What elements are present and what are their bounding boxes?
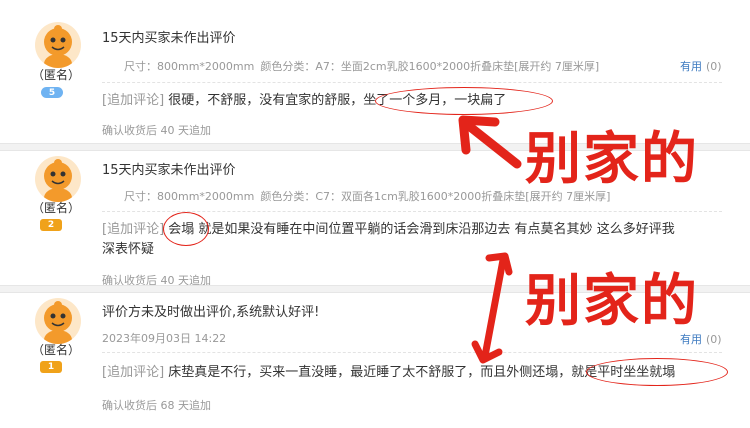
highlight-circle (375, 87, 553, 115)
review-date: 2023年09月03日 14:22 (102, 332, 227, 345)
annotation-arrow (458, 115, 522, 169)
annotation-label: 别家的 (525, 127, 699, 192)
useful-button[interactable]: 有用 (0) (680, 58, 722, 74)
divider (102, 82, 722, 83)
user-name: （匿名） (32, 201, 81, 215)
buyer-level-badge: 5 (41, 87, 63, 98)
append-time: 确认收货后 68 天追加 (102, 399, 211, 412)
user-name: （匿名） (32, 68, 81, 82)
annotation-label: 别家的 (525, 269, 699, 334)
review-title: 评价方未及时做出评价,系统默认好评! (102, 305, 320, 320)
highlight-circle (586, 358, 728, 386)
avatar[interactable] (35, 156, 81, 202)
avatar[interactable] (35, 298, 81, 344)
avatar-icon (44, 159, 72, 202)
append-time: 确认收货后 40 天追加 (102, 124, 211, 137)
sku-info: 尺寸：800mm*2000mm 颜色分类：A7：坐面2cm乳胶1600*2000折… (124, 60, 600, 73)
avatar-icon (44, 25, 72, 68)
buyer-level-badge: 1 (40, 361, 62, 373)
user-name: （匿名） (32, 343, 81, 357)
divider (102, 211, 722, 212)
review-title: 15天内买家未作出评价 (102, 163, 236, 178)
divider (102, 352, 722, 353)
buyer-level-badge: 2 (40, 219, 62, 231)
highlight-circle (163, 212, 209, 246)
avatar[interactable] (35, 22, 81, 68)
review-title: 15天内买家未作出评价 (102, 31, 236, 46)
avatar-icon (44, 301, 72, 344)
